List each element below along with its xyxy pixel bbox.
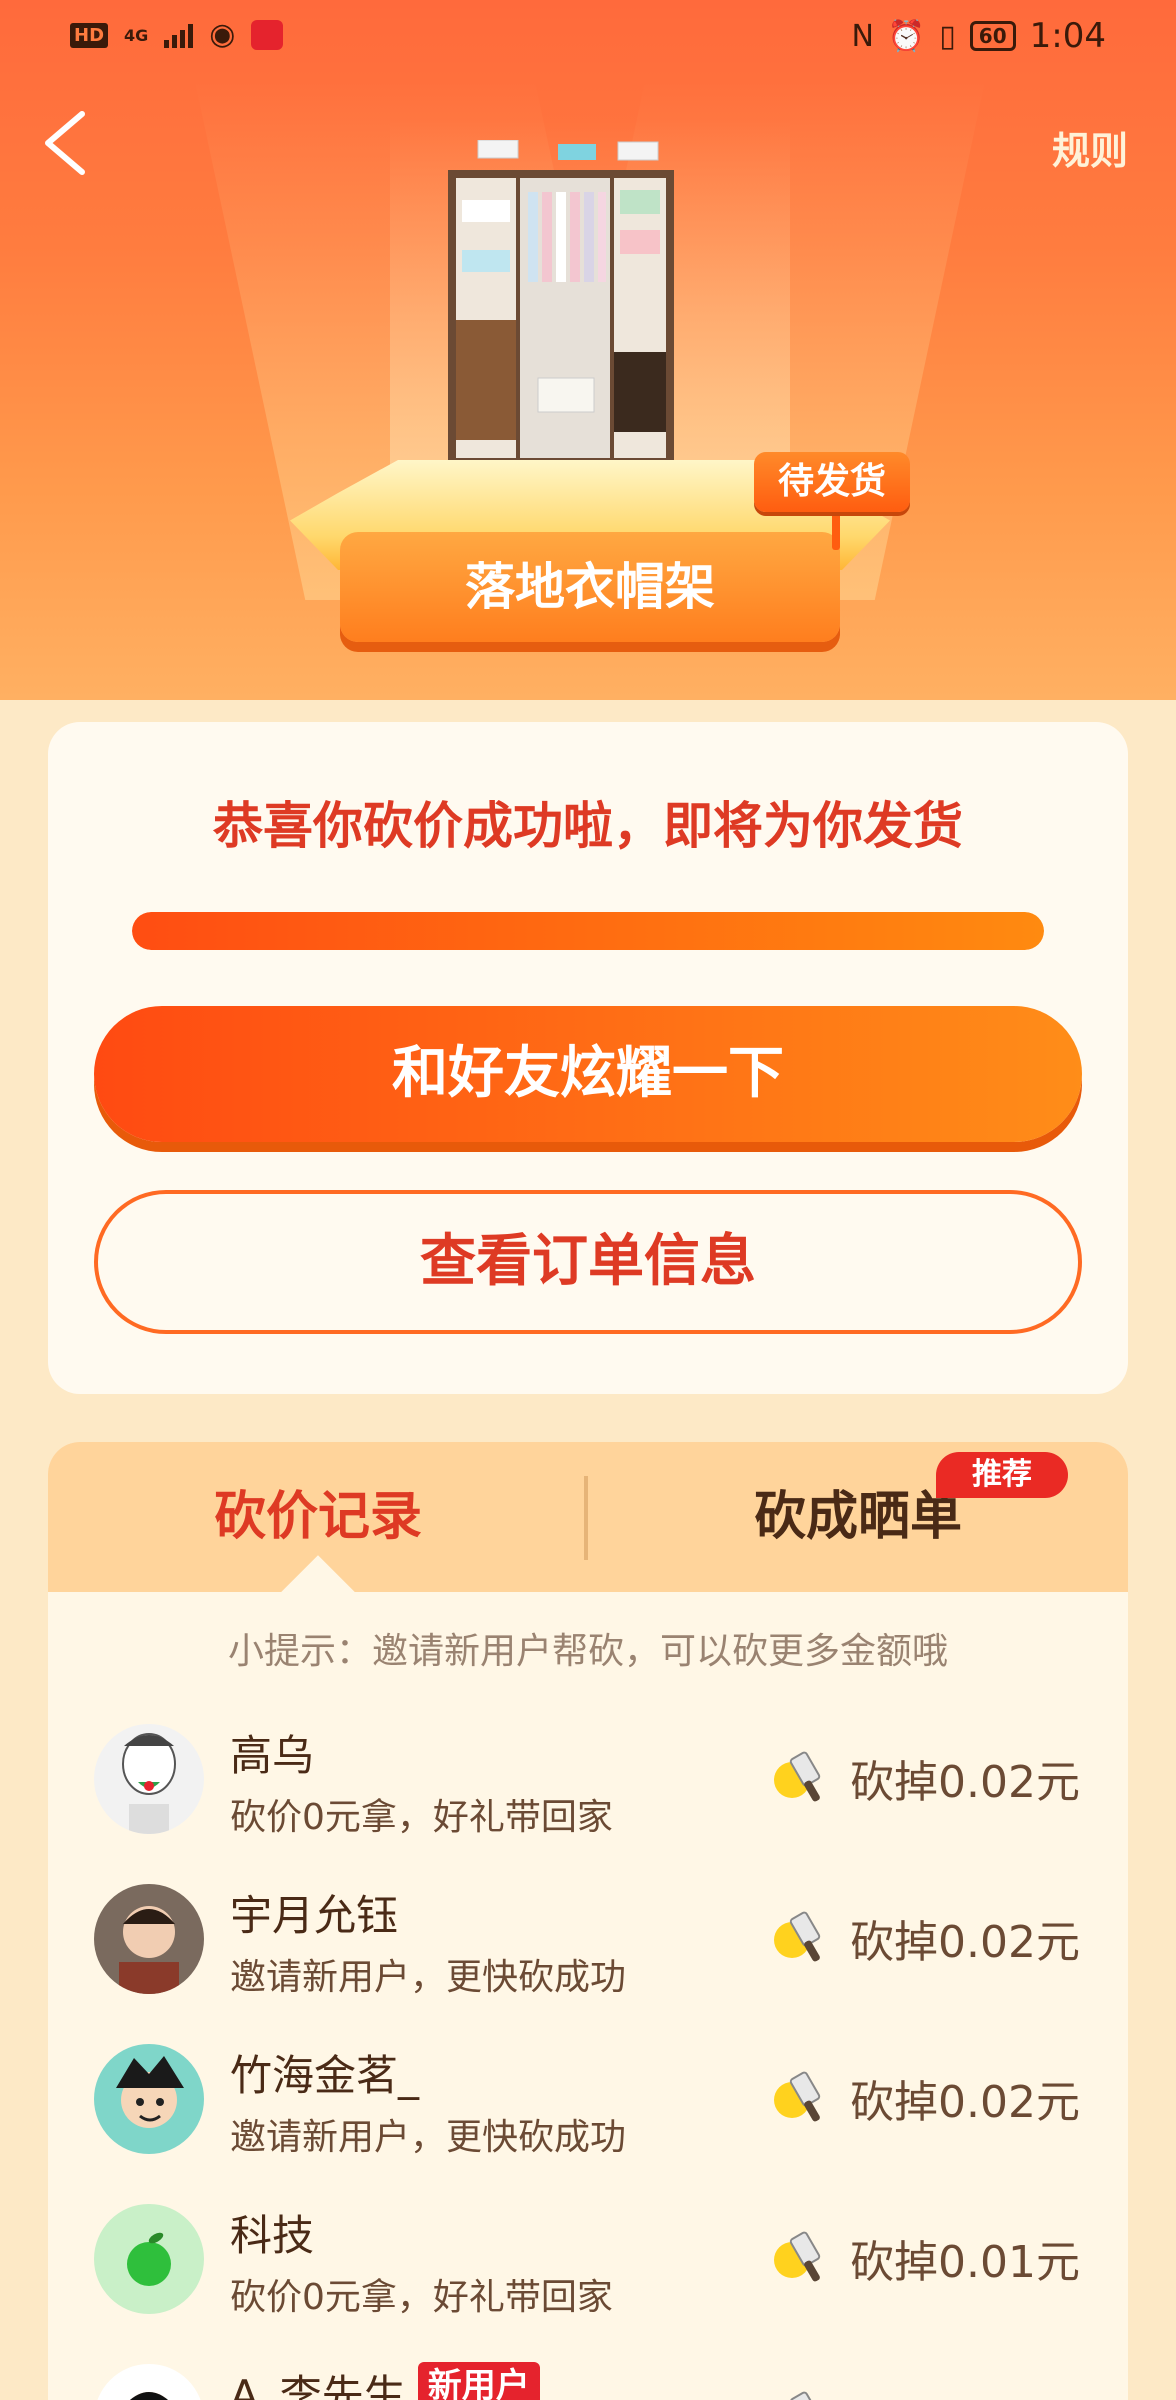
record-desc: 砍价0元拿，好礼带回家 [230, 2277, 613, 2318]
record-name: 科技 [230, 2211, 315, 2260]
bargain-status-card: 恭喜你砍价成功啦，即将为你发货 和好友炫耀一下 查看订单信息 [48, 722, 1128, 1394]
progress-fill [132, 912, 1044, 950]
cleaver-icon [789, 2391, 821, 2400]
list-item: 竹海金茗_ 邀请新用户，更快砍成功 砍掉0.02元 [48, 2024, 1128, 2184]
ship-status-badge: 待发货 [754, 452, 910, 512]
record-amount: 砍掉0.02元 [850, 1917, 1080, 1968]
bargain-progress-bar [132, 912, 1044, 950]
list-item: A_李先生新用户 砍掉0.01元 [48, 2344, 1128, 2400]
wardrobe-rack-image [448, 139, 674, 470]
records-list: 高乌 砍价0元拿，好礼带回家 砍掉0.02元 宇月允钰 邀请新用户，更快砍成功 … [48, 1704, 1128, 2400]
nfc-icon: N [851, 18, 874, 54]
record-name: 竹海金茗_ [230, 2051, 420, 2100]
record-name: 高乌 [230, 1731, 315, 1780]
record-amount: 砍掉0.02元 [850, 2077, 1080, 2128]
record-amount: 砍掉0.01元 [850, 2386, 1080, 2400]
record-desc: 邀请新用户，更快砍成功 [230, 2117, 627, 2158]
signal-icon [164, 22, 194, 48]
cleaver-icon [774, 2071, 821, 2122]
product-title: 落地衣帽架 [465, 558, 715, 616]
avatar [94, 1724, 204, 1834]
record-desc: 砍价0元拿，好礼带回家 [230, 1797, 613, 1838]
record-name: A_李先生 新用户 [230, 2362, 540, 2400]
record-name: 宇月允钰 [230, 1891, 399, 1940]
cleaver-icon [774, 2231, 821, 2282]
avatar [94, 2204, 204, 2314]
battery-icon: 60 [969, 21, 1016, 51]
status-bar: HD 4G ◉ N ⏰ ▯ 60 1:04 [0, 0, 1176, 72]
view-order-button[interactable]: 查看订单信息 [94, 1190, 1082, 1334]
list-item: 科技 砍价0元拿，好礼带回家 砍掉0.01元 [48, 2184, 1128, 2344]
hd-badge: HD [70, 22, 109, 48]
avatar [94, 2364, 204, 2400]
records-tabs: 砍价记录 砍成晒单 推荐 [48, 1442, 1128, 1629]
share-button[interactable]: 和好友炫耀一下 [94, 1006, 1082, 1142]
records-card: 砍价记录 砍成晒单 推荐 小提示：邀请新用户帮砍，可以砍更多金额哦 高乌 砍价0… [48, 1442, 1128, 2400]
alarm-icon: ⏰ [887, 18, 926, 54]
avatar [94, 1884, 204, 1994]
success-message: 恭喜你砍价成功啦，即将为你发货 [213, 797, 963, 855]
record-amount: 砍掉0.01元 [850, 2237, 1080, 2288]
app-notification-icon [251, 20, 284, 50]
vibrate-icon: ▯ [939, 18, 956, 54]
clock: 1:04 [1029, 16, 1106, 56]
avatar [94, 2044, 204, 2154]
cleaver-icon [774, 1751, 821, 1802]
record-desc: 邀请新用户，更快砍成功 [230, 1957, 627, 1998]
tip-text: 小提示：邀请新用户帮砍，可以砍更多金额哦 [227, 1631, 948, 1672]
rules-link[interactable]: 规则 [1052, 120, 1128, 175]
new-user-badge: 新用户 [417, 2362, 540, 2400]
chevron-left-icon[interactable] [38, 108, 94, 178]
recommend-badge: 推荐 [936, 1452, 1068, 1498]
list-item: 宇月允钰 邀请新用户，更快砍成功 砍掉0.02元 [48, 1864, 1128, 2024]
cleaver-icon [774, 1911, 821, 1962]
record-amount: 砍掉0.02元 [850, 1757, 1080, 1808]
network-type: 4G [124, 25, 149, 45]
list-item: 高乌 砍价0元拿，好礼带回家 砍掉0.02元 [48, 1704, 1128, 1864]
eye-icon: ◉ [209, 17, 236, 52]
